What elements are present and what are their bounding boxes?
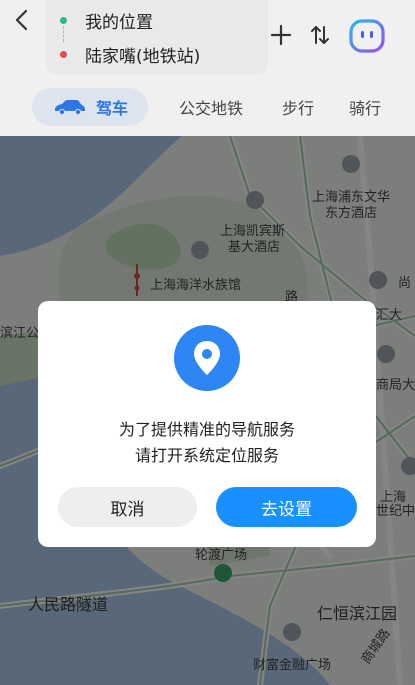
dialog-message-line2: 请打开系统定位服务 [134, 446, 279, 465]
chevron-left-icon [15, 9, 28, 31]
tab-driving[interactable]: 驾车 [32, 88, 148, 126]
destination-field[interactable]: 陆家嘴(地铁站) [60, 42, 201, 67]
tab-transit[interactable]: 公交地铁 [179, 88, 243, 126]
back-button[interactable] [8, 6, 36, 34]
destination-text: 陆家嘴(地铁站) [85, 46, 201, 67]
location-permission-dialog: 为了提供精准的导航服务 请打开系统定位服务 取消 去设置 [38, 301, 376, 547]
cancel-button[interactable]: 取消 [58, 487, 197, 527]
travel-mode-tabs: 驾车 公交地铁 步行 骑行 [0, 88, 415, 126]
swap-icon [311, 26, 329, 44]
location-pin-icon [174, 325, 240, 391]
voice-assistant-button[interactable] [349, 18, 385, 54]
tab-walking-label: 步行 [282, 99, 315, 118]
assistant-face-icon [349, 19, 385, 53]
tab-cycling[interactable]: 骑行 [349, 88, 381, 126]
swap-route-button[interactable] [305, 20, 335, 50]
tab-walking[interactable]: 步行 [282, 88, 314, 126]
add-waypoint-button[interactable] [266, 20, 296, 50]
destination-dot-icon [60, 50, 67, 58]
route-input-panel: 我的位置 陆家嘴(地铁站) [46, 0, 268, 74]
go-to-settings-button[interactable]: 去设置 [216, 487, 357, 527]
car-icon [54, 100, 85, 115]
origin-text: 我的位置 [85, 12, 153, 33]
tab-transit-label: 公交地铁 [179, 99, 244, 118]
tab-cycling-label: 骑行 [349, 99, 382, 118]
origin-dot-icon [60, 16, 67, 24]
dialog-message-line1: 为了提供精准的导航服务 [118, 420, 295, 439]
route-header: 我的位置 陆家嘴(地铁站) 驾车 公交地铁 步行 骑行 [0, 0, 415, 136]
plus-icon [270, 24, 292, 46]
tab-driving-label: 驾车 [95, 99, 128, 118]
origin-field[interactable]: 我的位置 [60, 8, 153, 33]
